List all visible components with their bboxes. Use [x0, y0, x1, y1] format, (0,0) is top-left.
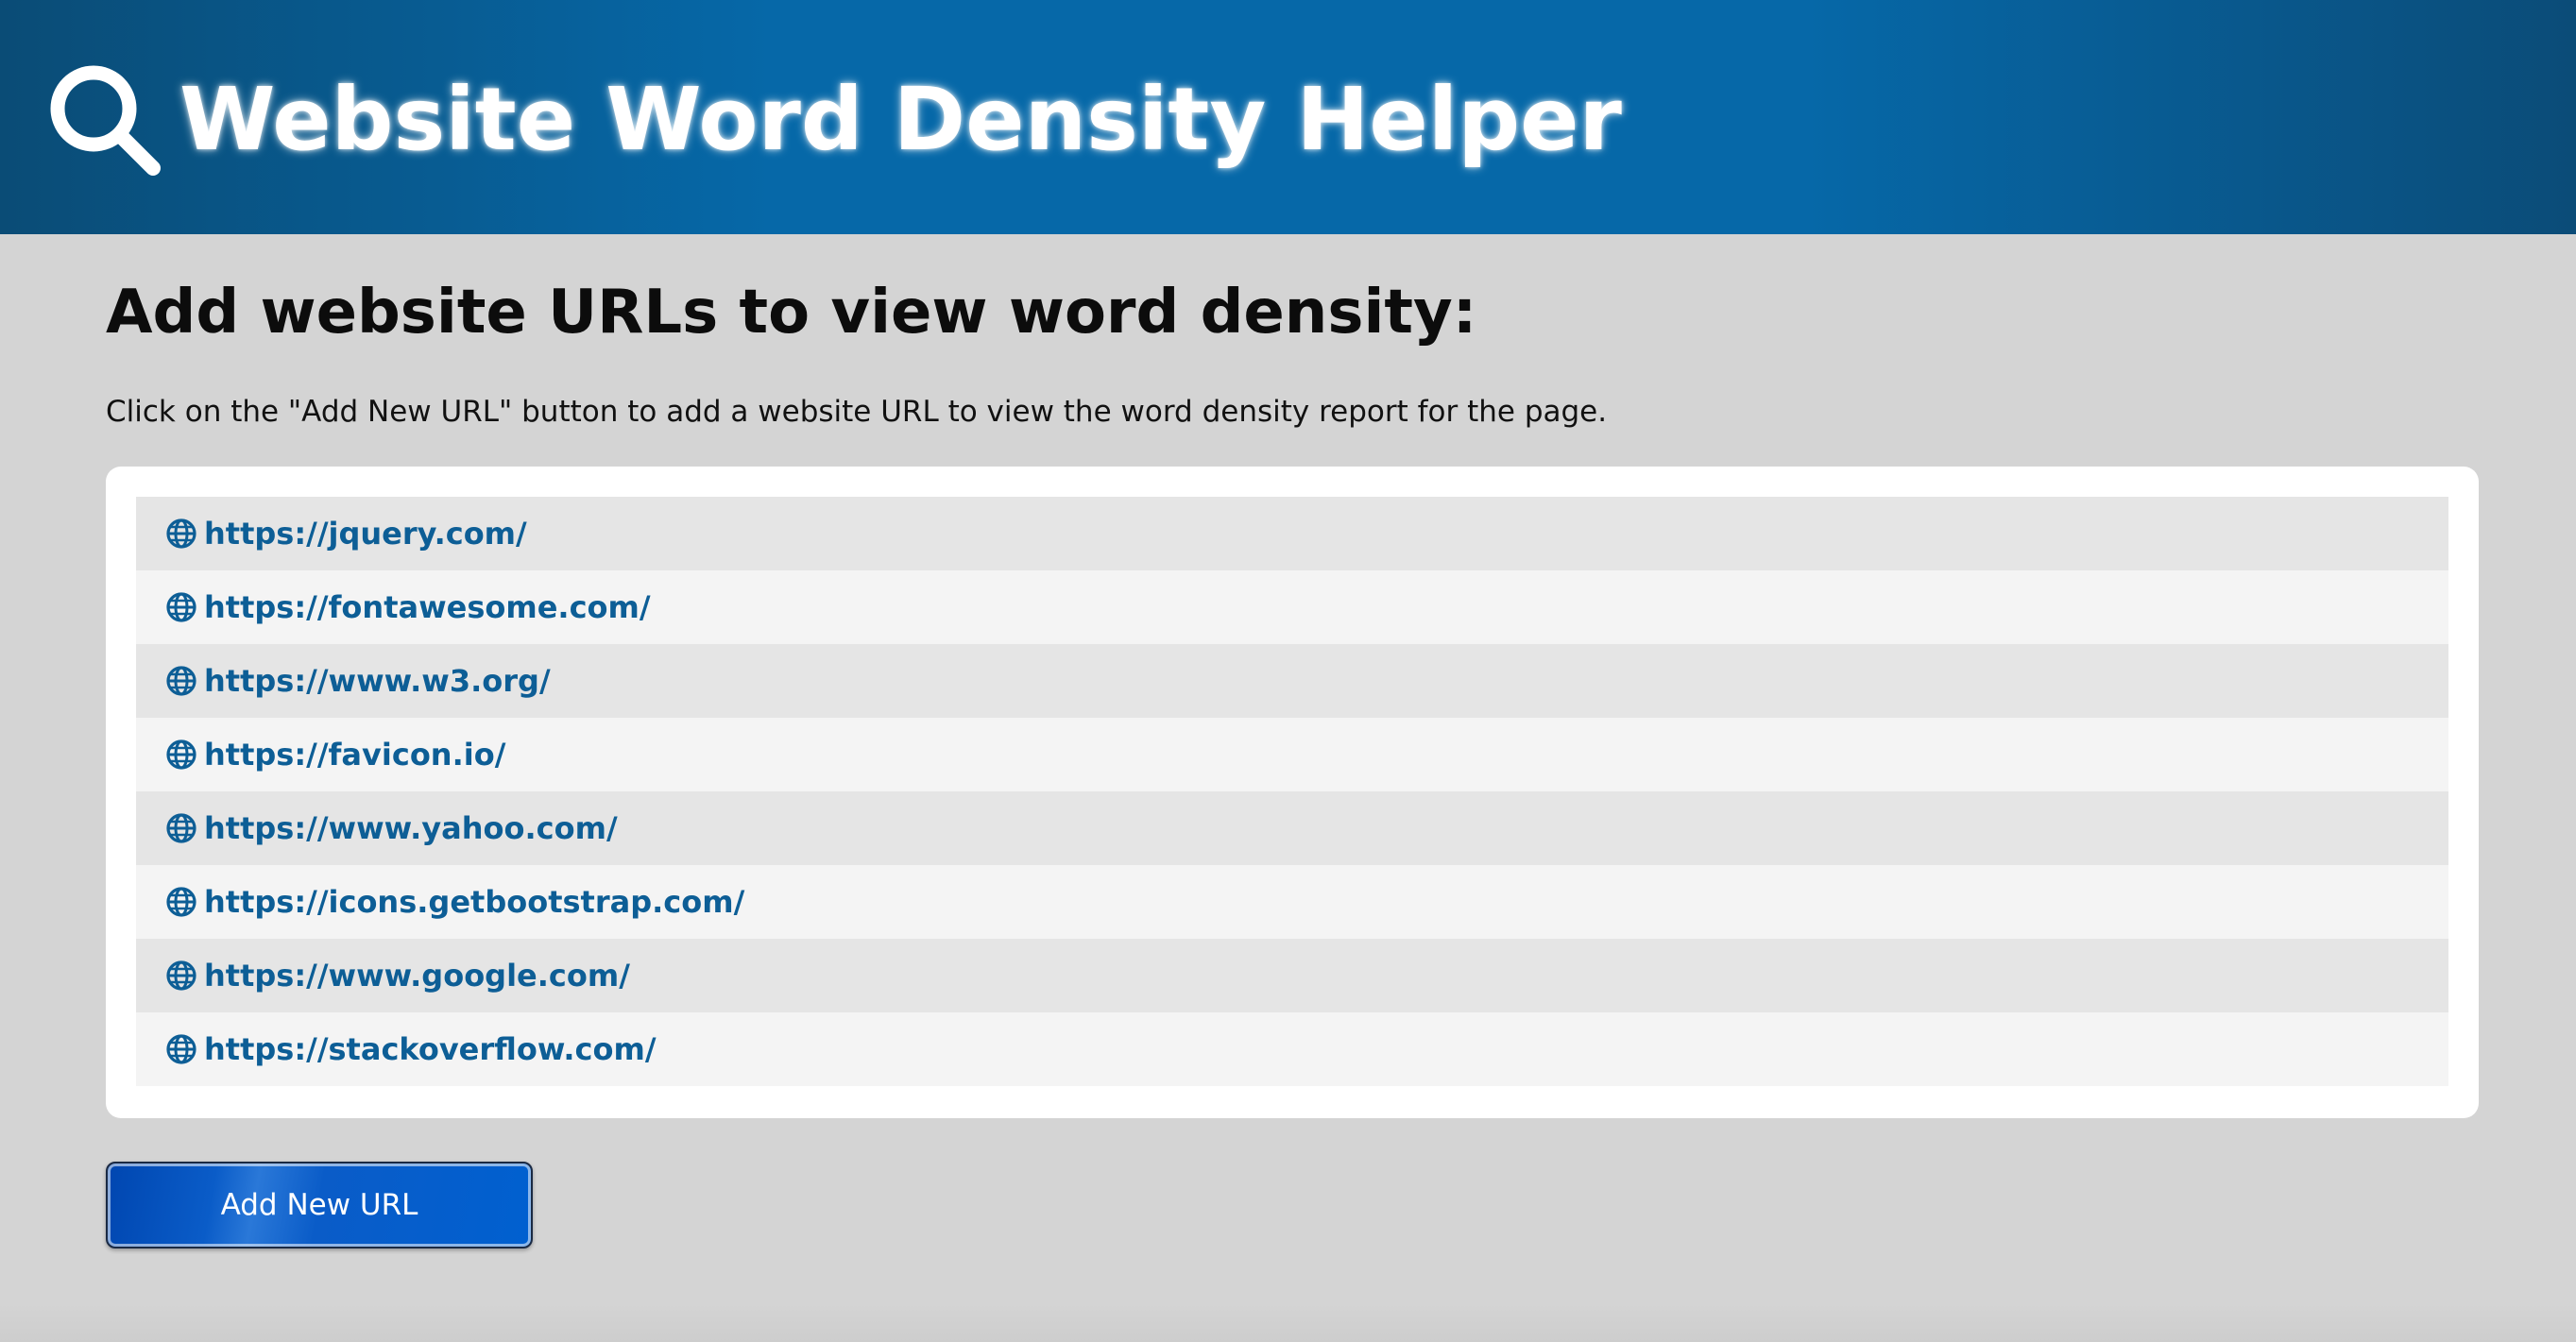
url-link[interactable]: https://stackoverflow.com/: [204, 1031, 657, 1067]
url-list-item: https://www.google.com/: [136, 939, 2448, 1012]
url-list-item: https://www.w3.org/: [136, 644, 2448, 718]
url-list: https://jquery.com/https://fontawesome.c…: [136, 497, 2448, 1086]
url-list-item: https://favicon.io/: [136, 718, 2448, 791]
globe-icon: [166, 813, 196, 843]
globe-icon: [166, 739, 196, 770]
globe-icon: [166, 960, 196, 991]
url-link[interactable]: https://icons.getbootstrap.com/: [204, 884, 744, 920]
url-list-item: https://icons.getbootstrap.com/: [136, 865, 2448, 939]
globe-icon: [166, 666, 196, 696]
url-link[interactable]: https://www.w3.org/: [204, 663, 551, 699]
url-link[interactable]: https://www.yahoo.com/: [204, 810, 618, 846]
url-list-item: https://stackoverflow.com/: [136, 1012, 2448, 1086]
globe-icon: [166, 592, 196, 622]
page-title: Website Word Density Helper: [179, 69, 1622, 170]
url-link[interactable]: https://fontawesome.com/: [204, 589, 651, 625]
search-icon: [50, 65, 161, 176]
url-link[interactable]: https://favicon.io/: [204, 737, 505, 773]
globe-icon: [166, 518, 196, 549]
instructions-text: Click on the "Add New URL" button to add…: [106, 395, 1608, 429]
page-footer-shade: [0, 1303, 2576, 1342]
url-link[interactable]: https://jquery.com/: [204, 516, 527, 552]
add-new-url-button[interactable]: Add New URL: [106, 1162, 533, 1249]
app-header: Website Word Density Helper: [0, 0, 2576, 234]
url-list-item: https://fontawesome.com/: [136, 570, 2448, 644]
url-list-item: https://jquery.com/: [136, 497, 2448, 570]
section-heading: Add website URLs to view word density:: [106, 278, 1477, 348]
globe-icon: [166, 887, 196, 917]
globe-icon: [166, 1034, 196, 1064]
url-list-panel: https://jquery.com/https://fontawesome.c…: [106, 467, 2479, 1118]
url-list-item: https://www.yahoo.com/: [136, 791, 2448, 865]
url-link[interactable]: https://www.google.com/: [204, 958, 630, 994]
